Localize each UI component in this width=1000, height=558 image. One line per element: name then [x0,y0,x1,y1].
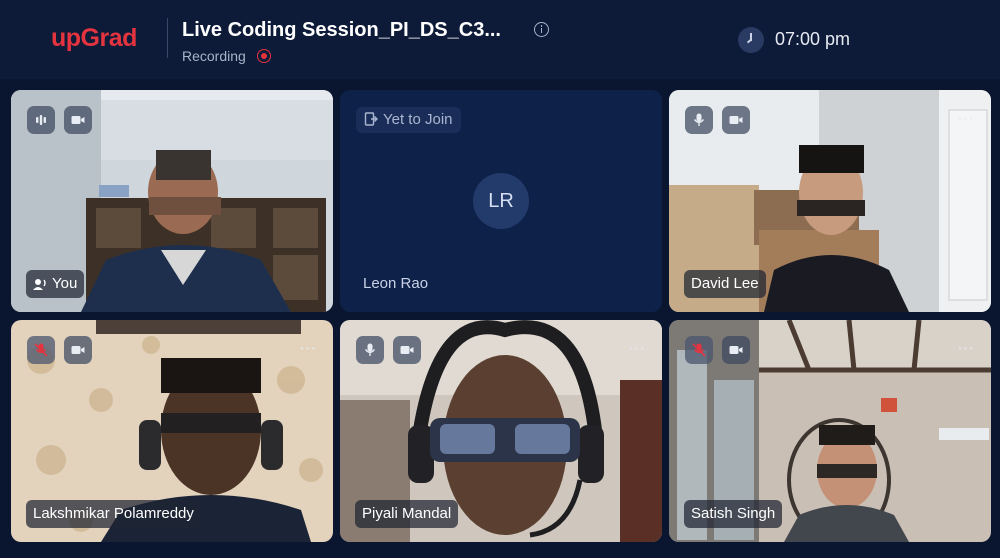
participant-name: Piyali Mandal [362,505,452,522]
participant-name-tag: You [26,270,85,298]
video-tile-you[interactable]: You [11,90,333,312]
participant-name-tag: Leon Rao [355,270,435,298]
yet-to-join-badge: Yet to Join [356,107,461,133]
camera-button[interactable] [393,336,421,364]
session-title: Live Coding Session_PI_DS_C3... [182,19,501,41]
clock-icon [738,27,764,53]
video-tile-piyali-mandal[interactable]: ··· Piyali Mandal [340,320,662,542]
participant-name: Satish Singh [691,505,776,522]
avatar: LR [473,173,529,229]
join-icon [364,112,378,126]
more-options-icon[interactable]: ··· [629,340,646,356]
video-tile-leon-rao[interactable]: Yet to Join LR Leon Rao [340,90,662,312]
audio-level-button[interactable] [27,106,55,134]
participant-name: You [52,275,78,292]
participant-name-tag: Piyali Mandal [355,500,459,528]
recording-icon [257,49,271,63]
participant-name-tag: Satish Singh [684,500,783,528]
camera-button[interactable] [64,106,92,134]
speaker-icon [33,279,46,290]
microphone-muted-button[interactable] [685,336,713,364]
video-tile-lakshmikar-polamreddy[interactable]: ··· Lakshmikar Polamreddy [11,320,333,542]
participant-name: David Lee [691,275,759,292]
camera-button[interactable] [722,336,750,364]
participant-name: Lakshmikar Polamreddy [33,505,194,522]
more-options-icon[interactable]: ··· [300,340,317,356]
header-divider [167,18,168,58]
yet-to-join-label: Yet to Join [383,111,453,128]
recording-label: Recording [182,48,246,64]
participant-name: Leon Rao [363,275,429,292]
microphone-button[interactable] [356,336,384,364]
info-icon[interactable] [534,22,549,37]
microphone-button[interactable] [685,106,713,134]
participant-name-tag: Lakshmikar Polamreddy [26,500,201,528]
session-time: 07:00 pm [775,29,851,49]
top-bar: upGrad Live Coding Session_PI_DS_C3... R… [0,0,1000,79]
camera-button[interactable] [64,336,92,364]
upgrad-logo: upGrad [51,24,137,52]
microphone-muted-button[interactable] [27,336,55,364]
video-tile-satish-singh[interactable]: ··· Satish Singh [669,320,991,542]
video-tile-david-lee[interactable]: ··· David Lee [669,90,991,312]
more-options-icon[interactable]: ··· [958,340,975,356]
participant-name-tag: David Lee [684,270,766,298]
more-options-icon[interactable]: ··· [958,110,975,126]
camera-button[interactable] [722,106,750,134]
